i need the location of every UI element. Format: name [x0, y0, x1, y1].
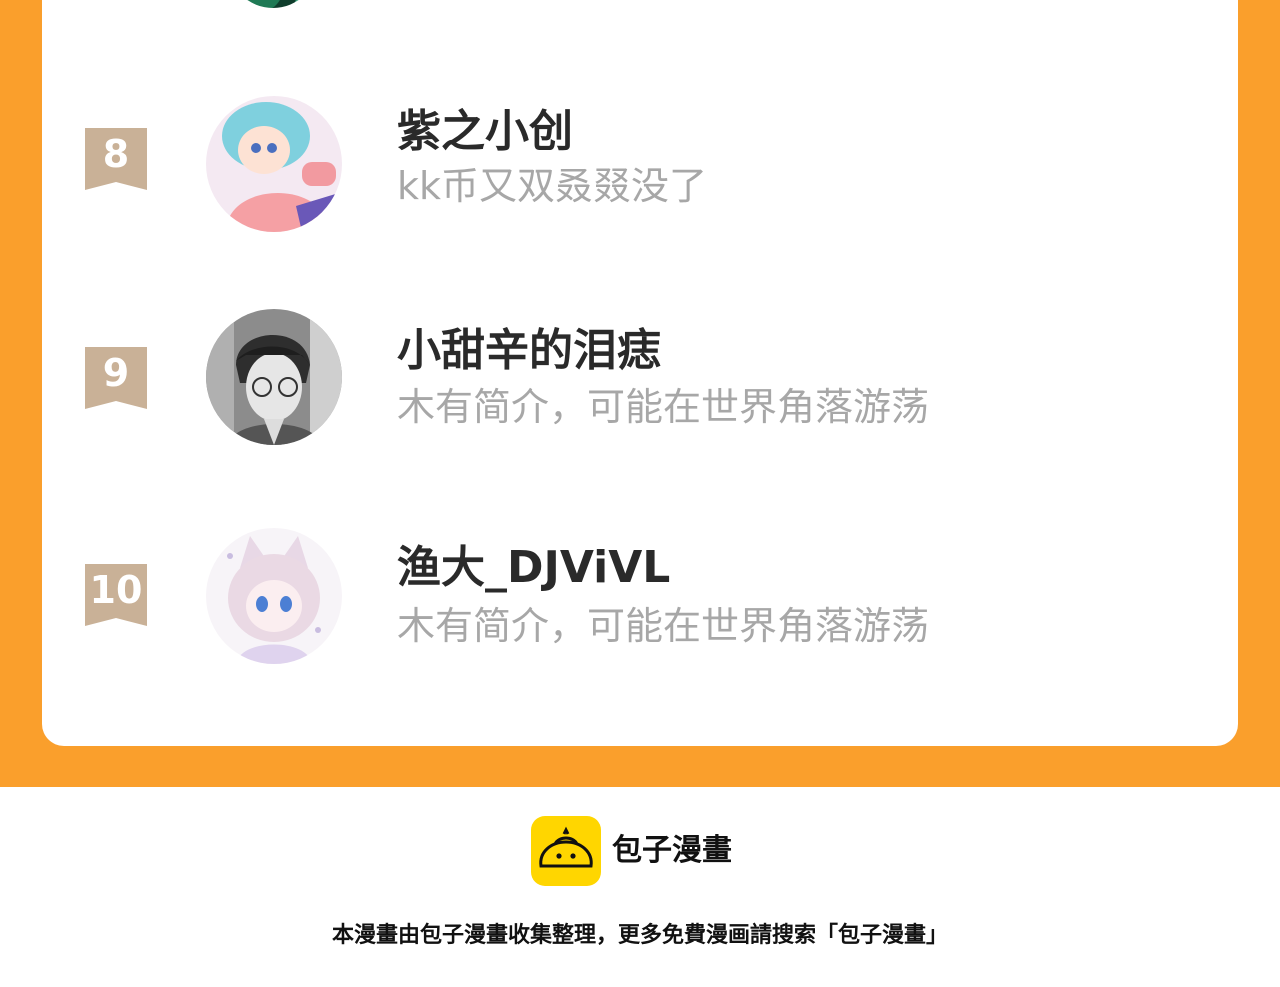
anime-girl-avatar[interactable]	[206, 96, 342, 232]
rank-ribbon-badge: 10	[85, 564, 147, 626]
rank-ribbon-badge: 9	[85, 347, 147, 409]
ranking-row[interactable]: 8 紫之小创 kk币又双叒叕没了	[0, 94, 1280, 234]
cat-girl-avatar[interactable]	[206, 528, 342, 664]
ranking-row[interactable]: 9 小甜辛的泪痣 木有简介，可能在世界角落游荡	[0, 309, 1280, 449]
user-bio: kk币又双叒叕没了	[397, 164, 708, 208]
rank-number: 10	[89, 568, 143, 612]
footer-note: 本漫畫由包子漫畫收集整理，更多免費漫画請搜索「包子漫畫」	[331, 923, 948, 948]
brand-name: 包子漫畫	[612, 833, 732, 868]
user-name[interactable]: 渔大_DJViVL	[397, 542, 670, 594]
manga-boy-avatar[interactable]	[206, 309, 342, 445]
user-bio: 木有简介，可能在世界角落游荡	[397, 604, 930, 648]
ranking-row[interactable]: 10 渔大_DJViVL 木有简介，可能在世界角落游荡	[0, 528, 1280, 668]
rank-number: 9	[102, 351, 130, 395]
user-bio: 木有简介，可能在世界角落游荡	[397, 385, 930, 429]
rank-ribbon-badge: 8	[85, 128, 147, 190]
bun-logo-icon	[531, 816, 601, 886]
rank-number: 8	[102, 132, 130, 176]
user-name[interactable]: 小甜辛的泪痣	[397, 325, 661, 377]
user-name[interactable]: 紫之小创	[397, 106, 573, 158]
